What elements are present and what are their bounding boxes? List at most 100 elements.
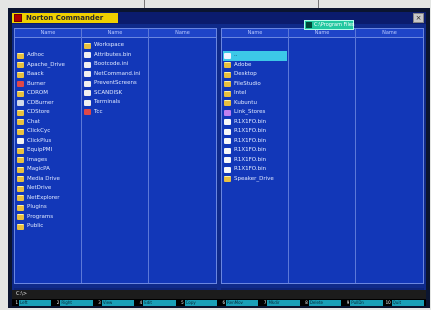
folder-icon — [17, 109, 24, 116]
file-entry[interactable]: Workspace — [83, 41, 147, 51]
file-entry[interactable]: Media Drive — [16, 175, 80, 185]
file-entry[interactable]: CDStore — [16, 108, 80, 118]
file-name: Intel — [234, 90, 247, 96]
file-name: Workspace — [94, 42, 125, 48]
file-name: Attributes.bin — [94, 51, 132, 58]
file-entry[interactable]: Apache_Drive — [16, 61, 80, 71]
file-entry[interactable]: NetDrive — [16, 184, 80, 194]
function-key-2[interactable]: 2 Right — [53, 299, 94, 306]
file-entry[interactable]: Bootcode.ini — [83, 60, 147, 70]
drive-icon — [306, 22, 312, 28]
right-panel[interactable]: Name Name Name C:\Program Files .. Adobe D… — [221, 20, 424, 284]
file-entry[interactable]: EquipPMI — [16, 146, 80, 156]
file-entry[interactable]: Baack — [16, 70, 80, 80]
column-header[interactable]: Name — [82, 29, 148, 38]
file-entry[interactable]: Desktop — [223, 70, 287, 80]
function-key-4[interactable]: 4 Edit — [136, 299, 177, 306]
up-icon — [224, 52, 231, 59]
arrow-icon — [224, 119, 231, 125]
file-entry[interactable]: Attributes.bin — [83, 51, 147, 61]
file-name: ClickPlus — [27, 137, 52, 144]
file-entry[interactable]: CDROM — [16, 89, 80, 99]
file-entry[interactable]: ClickPlus — [16, 137, 80, 147]
file-name: Plugins — [27, 204, 47, 210]
file-entry[interactable]: ClickCyc — [16, 127, 80, 137]
file-entry[interactable]: NetExplorer — [16, 194, 80, 204]
file-name: Tcc — [94, 108, 103, 115]
function-key-number: 7 — [263, 300, 267, 305]
function-key-3[interactable]: 3 View — [95, 299, 136, 306]
file-entry[interactable]: R1X1FO.bin — [223, 146, 287, 156]
folder-icon — [17, 90, 24, 97]
file-entry[interactable]: Chat — [16, 118, 80, 128]
function-key-label: Mkdir — [267, 299, 300, 306]
column-header[interactable]: Name — [222, 29, 288, 38]
file-entry[interactable]: .. — [223, 51, 287, 61]
current-path: C:\Program Files — [314, 22, 355, 28]
command-line[interactable]: C:\> — [12, 290, 426, 299]
close-button[interactable]: × — [413, 13, 424, 23]
file-name: R1X1FO.bin — [234, 147, 267, 153]
column-header[interactable]: Name — [289, 29, 355, 38]
file-entry[interactable]: R1X1FO.bin — [223, 165, 287, 175]
file-name: Kubuntu — [234, 99, 257, 106]
file-name: Burner — [27, 80, 46, 87]
doc-icon — [84, 80, 91, 87]
column-header[interactable]: Name — [356, 29, 423, 38]
file-entry[interactable]: Tcc — [83, 108, 147, 118]
file-name: R1X1FO.bin — [234, 166, 267, 172]
doc-icon — [84, 90, 91, 96]
file-entry[interactable]: SCANDISK — [83, 89, 147, 99]
file-entry[interactable]: Terminals — [83, 98, 147, 108]
app-title-tab[interactable]: Norton Commander — [12, 13, 118, 23]
file-name: Programs — [27, 213, 54, 220]
path-indicator[interactable]: C:\Program Files — [304, 20, 355, 30]
function-key-8[interactable]: 8 Delete — [302, 299, 343, 306]
file-entry[interactable]: Images — [16, 156, 80, 166]
file-name: R1X1FO.bin — [234, 137, 267, 144]
function-key-number: 8 — [305, 300, 308, 305]
column-header[interactable]: Name — [149, 29, 216, 38]
folder-icon — [84, 42, 91, 49]
file-entry[interactable]: CDBurner — [16, 99, 80, 109]
function-key-number: 5 — [181, 300, 184, 305]
folder-icon — [17, 147, 24, 154]
file-entry[interactable]: Link_Stores — [223, 108, 287, 118]
left-panel[interactable]: Name Name Name Adhoc Apache_Drive Baack Bur… — [14, 28, 217, 284]
function-key-label: Left — [19, 299, 52, 306]
function-key-6[interactable]: 6 RenMov — [219, 299, 260, 306]
function-key-7[interactable]: 7 Mkdir — [260, 299, 301, 306]
file-entry[interactable]: FileStudio — [223, 80, 287, 90]
file-name: Speaker_Drive — [234, 175, 274, 182]
file-entry[interactable]: Programs — [16, 213, 80, 223]
doc-icon — [84, 71, 91, 77]
file-entry[interactable]: R1X1FO.bin — [223, 118, 287, 128]
file-entry[interactable]: Kubuntu — [223, 99, 287, 109]
function-key-10[interactable]: 10 Quit — [385, 299, 426, 306]
function-key-number: 9 — [346, 300, 350, 305]
file-entry[interactable]: Adhoc — [16, 51, 80, 61]
folder-icon — [224, 176, 231, 182]
file-entry[interactable]: R1X1FO.bin — [223, 137, 287, 147]
file-entry[interactable]: R1X1FO.bin — [223, 156, 287, 166]
function-key-5[interactable]: 5 Copy — [178, 299, 219, 306]
file-entry[interactable]: R1X1FO.bin — [223, 127, 287, 137]
column-header[interactable]: Name — [15, 29, 81, 38]
file-entry[interactable]: NetCommand.ini — [83, 70, 147, 80]
file-entry[interactable]: Plugins — [16, 203, 80, 213]
function-key-number: 10 — [385, 300, 391, 305]
function-key-1[interactable]: 1 Left — [12, 299, 53, 306]
file-name: Bootcode.ini — [94, 61, 129, 67]
file-entry[interactable]: Speaker_Drive — [223, 175, 287, 185]
file-entry[interactable]: Public — [16, 222, 80, 232]
file-entry[interactable]: Burner — [16, 80, 80, 90]
file-entry[interactable]: PreventScreens — [83, 79, 147, 89]
arrow-icon — [224, 128, 231, 135]
function-key-9[interactable]: 9 PullDn — [343, 299, 384, 306]
function-key-label: Right — [60, 299, 93, 306]
file-entry[interactable]: MagicPA — [16, 165, 80, 175]
folder-icon — [17, 119, 24, 125]
file-name: Link_Stores — [234, 109, 266, 115]
file-entry[interactable]: Adobe — [223, 61, 287, 71]
file-entry[interactable]: Intel — [223, 89, 287, 99]
